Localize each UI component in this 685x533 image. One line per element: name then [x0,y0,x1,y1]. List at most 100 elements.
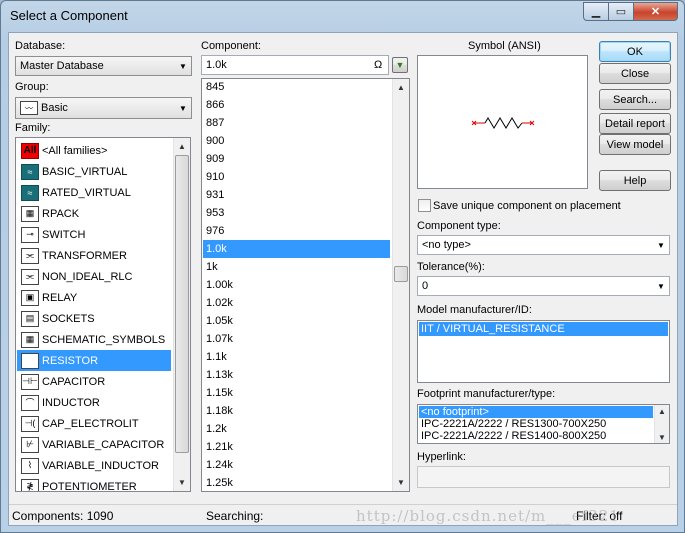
chevron-down-icon: ▼ [657,281,665,291]
search-button[interactable]: Search... [599,89,671,110]
chevron-down-icon: ▼ [657,240,665,250]
family-item[interactable]: ⫘ TRANSFORMER [17,245,171,266]
component-item[interactable]: 1.21k [203,438,390,456]
family-item[interactable]: ⌇ VARIABLE_INDUCTOR [17,455,171,476]
component-item[interactable]: 1.02k [203,294,390,312]
database-label: Database: [15,40,66,52]
footprint-item[interactable]: <no footprint> [419,406,653,418]
group-dropdown[interactable]: 〰 Basic ▼ [15,97,192,119]
close-icon: ✕ [650,6,661,18]
family-item[interactable]: ▦ RPACK [17,203,171,224]
maximize-button[interactable]: ▭ [609,2,634,21]
family-item[interactable]: ⊣⊢ CAPACITOR [17,371,171,392]
minimize-icon: ▁ [591,6,601,18]
scroll-thumb[interactable] [175,155,189,453]
family-item[interactable]: ⌒ INDUCTOR [17,392,171,413]
component-item[interactable]: 887 [203,114,390,132]
filter-button[interactable]: ▼ [392,57,408,73]
hyperlink-label: Hyperlink: [417,451,466,463]
chevron-down-icon: ▼ [179,103,187,113]
tolerance-label: Tolerance(%): [417,261,485,273]
database-dropdown[interactable]: Master Database ▼ [15,56,192,76]
ok-button[interactable]: OK [599,41,671,62]
component-item[interactable]: 1.0k [203,240,390,258]
family-item-label: RPACK [42,207,80,220]
rated-virtual-icon: ≈ [21,184,39,201]
family-item[interactable]: All <All families> [17,140,171,161]
component-search-input[interactable]: 1.0k Ω [201,55,389,75]
family-item[interactable]: ⊬ VARIABLE_CAPACITOR [17,434,171,455]
component-item[interactable]: 900 [203,132,390,150]
component-type-dropdown[interactable]: <no type> ▼ [417,235,670,255]
component-item[interactable]: 1.25k [203,474,390,491]
resistor-icon: ⩘ [21,352,39,369]
close-window-button[interactable]: ✕ [634,2,678,21]
cap-electrolit-icon: ⊣( [21,415,39,432]
window-controls: ▁ ▭ ✕ [583,2,678,21]
component-item[interactable]: 909 [203,150,390,168]
component-item[interactable]: 1.18k [203,402,390,420]
transformer-icon: ⫘ [21,247,39,264]
family-item-label: SOCKETS [42,312,95,325]
component-list[interactable]: 1.25k 1.24k 1.21k 1.2k 1.18k 1.15k 1.13k 1.1k 1.… [201,78,410,492]
scroll-down-icon[interactable]: ▼ [174,474,190,491]
footprint-scrollbar[interactable]: ▲ ▼ [654,405,669,443]
help-button[interactable]: Help [599,170,671,191]
component-search-value: 1.0k [206,59,227,71]
tolerance-value: 0 [422,280,429,292]
family-item[interactable]: ▣ RELAY [17,287,171,308]
family-item[interactable]: ⩘ RESISTOR [17,350,171,371]
tolerance-dropdown[interactable]: 0 ▼ [417,276,670,296]
footprint-list[interactable]: IPC-2221A/2222 / RES1400-800X250 IPC-2221… [417,404,670,444]
component-item[interactable]: 866 [203,96,390,114]
family-list[interactable]: ≹ POTENTIOMETER ⌇ VARIABLE_INDUCTOR ⊬ VARIABL… [15,137,191,492]
family-item-label: RESISTOR [42,354,99,367]
component-item[interactable]: 953 [203,204,390,222]
component-type-value: <no type> [422,239,471,251]
scroll-up-icon[interactable]: ▲ [174,138,190,155]
component-item[interactable]: 1k [203,258,390,276]
save-unique-checkbox[interactable] [418,199,431,212]
family-item[interactable]: ▤ SOCKETS [17,308,171,329]
component-item[interactable]: 845 [203,79,390,96]
family-item[interactable]: ⊣(CAP_ELECTROLIT [17,413,171,434]
minimize-button[interactable]: ▁ [583,2,609,21]
view-model-button[interactable]: View model [599,134,671,155]
footprint-item[interactable]: IPC-2221A/2222 / RES1300-700X250 [419,418,653,430]
family-item-label: BASIC_VIRTUAL [42,165,128,178]
model-list[interactable]: IIT / VIRTUAL_RESISTANCE [417,320,670,383]
component-scrollbar[interactable]: ▲ ▼ [392,79,409,491]
chevron-down-icon: ▼ [179,61,187,71]
component-item[interactable]: 931 [203,186,390,204]
model-item[interactable]: IIT / VIRTUAL_RESISTANCE [419,322,668,336]
component-item[interactable]: 1.15k [203,384,390,402]
detail-report-button[interactable]: Detail report [599,113,671,134]
family-item[interactable]: ≈ RATED_VIRTUAL [17,182,171,203]
component-item[interactable]: 976 [203,222,390,240]
family-item[interactable]: ⫘ NON_IDEAL_RLC [17,266,171,287]
scroll-thumb[interactable] [394,266,408,282]
family-label: Family: [15,122,51,134]
component-item[interactable]: 1.05k [203,312,390,330]
component-item[interactable]: 1.24k [203,456,390,474]
component-item[interactable]: 1.07k [203,330,390,348]
footprint-item[interactable]: IPC-2221A/2222 / RES1400-800X250 [419,430,653,442]
scroll-up-icon[interactable]: ▲ [655,405,669,417]
component-item[interactable]: 1.2k [203,420,390,438]
family-scrollbar[interactable]: ▲ ▼ [173,138,190,491]
scroll-up-icon[interactable]: ▲ [393,79,409,96]
component-item[interactable]: 910 [203,168,390,186]
component-item[interactable]: 1.13k [203,366,390,384]
hyperlink-field [417,466,670,488]
family-item[interactable]: ≈ BASIC_VIRTUAL [17,161,171,182]
omega-icon[interactable]: Ω [374,59,388,71]
component-item[interactable]: 1.1k [203,348,390,366]
close-button[interactable]: Close [599,63,671,84]
title-bar[interactable]: Select a Component ▁ ▭ ✕ [1,1,684,31]
component-item[interactable]: 1.00k [203,276,390,294]
scroll-down-icon[interactable]: ▼ [393,474,409,491]
family-item[interactable]: ▦ SCHEMATIC_SYMBOLS [17,329,171,350]
family-item[interactable]: ≹ POTENTIOMETER [17,476,171,491]
scroll-down-icon[interactable]: ▼ [655,431,669,443]
family-item[interactable]: ⊸ SWITCH [17,224,171,245]
